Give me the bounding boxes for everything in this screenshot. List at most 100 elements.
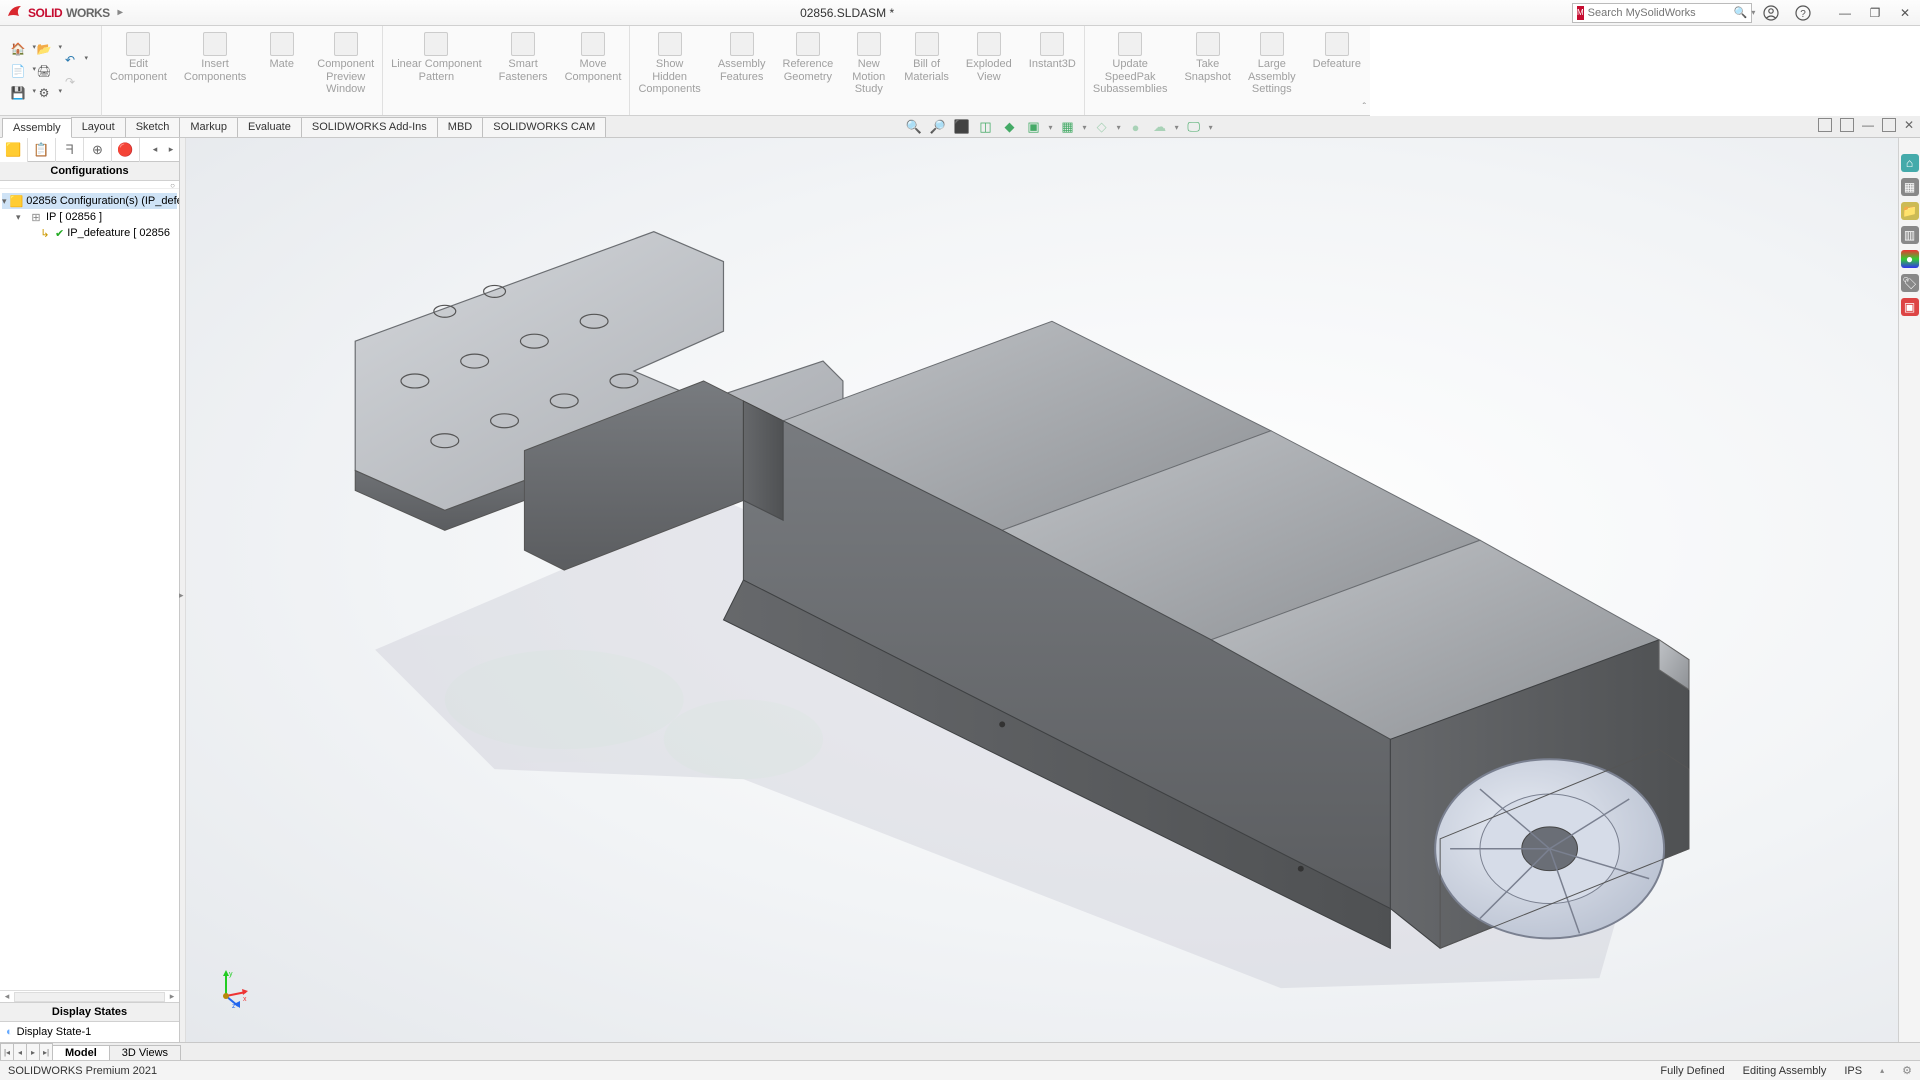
taskpane-view-palette-icon[interactable]: ▥ — [1901, 226, 1919, 244]
display-style-icon[interactable]: ▦ — [1059, 118, 1077, 136]
home-button[interactable]: 🏠 — [8, 39, 28, 59]
panel-hscroll[interactable]: ◂▸ — [0, 990, 179, 1002]
graphics-viewport[interactable]: y x z — [186, 138, 1898, 1042]
tab-assembly[interactable]: Assembly — [2, 118, 72, 138]
taskpane-appearances-icon[interactable]: ● — [1901, 250, 1919, 268]
view-settings-icon[interactable]: 🖵 — [1185, 118, 1203, 136]
print-button[interactable]: 🖨 — [34, 61, 54, 81]
vp-btn-1[interactable] — [1818, 118, 1832, 132]
panel-nav-right[interactable]: ▸ — [163, 144, 179, 155]
tab-model[interactable]: Model — [52, 1045, 110, 1060]
ds-logo-icon — [6, 2, 24, 23]
ribbon-instant3d[interactable]: Instant3D — [1021, 26, 1085, 115]
ribbon-edit[interactable]: EditComponent — [102, 26, 176, 115]
tree-child-2[interactable]: ↳ ✔ IP_defeature [ 02856 — [2, 225, 177, 241]
new-doc-button[interactable]: 📄 — [8, 61, 28, 81]
ribbon-exploded[interactable]: ExplodedView — [958, 26, 1021, 115]
tab-solidworks-cam[interactable]: SOLIDWORKS CAM — [482, 117, 606, 137]
tab-solidworks-add-ins[interactable]: SOLIDWORKS Add-Ins — [301, 117, 438, 137]
zoom-area-icon[interactable]: 🔎 — [929, 118, 947, 136]
orientation-triad[interactable]: y x z — [210, 968, 250, 1008]
ribbon-bill-of[interactable]: Bill ofMaterials — [896, 26, 958, 115]
taskpane-file-explorer-icon[interactable]: 📁 — [1901, 202, 1919, 220]
taskpane-design-lib-icon[interactable]: ▦ — [1901, 178, 1919, 196]
vp-btn-2[interactable] — [1840, 118, 1854, 132]
save-button[interactable]: 💾 — [8, 83, 28, 103]
ribbon-insert[interactable]: InsertComponents — [176, 26, 255, 115]
hide-show-icon[interactable]: ◇ — [1093, 118, 1111, 136]
twisty-icon[interactable]: ▾ — [2, 196, 7, 207]
undo-button[interactable]: ↶ — [60, 50, 80, 70]
restore-button[interactable]: ❐ — [1866, 4, 1884, 22]
panel-tab-config[interactable]: ᖷ — [56, 138, 84, 162]
title-bar: SOLIDWORKS ▸ 02856.SLDASM * M 🔍 ▾ ? — ❐ … — [0, 0, 1920, 26]
search-dropdown-icon[interactable]: ▾ — [1751, 8, 1755, 17]
options-button[interactable]: ⚙ — [34, 83, 54, 103]
motion-nav-prev[interactable]: ◂ — [13, 1043, 27, 1060]
tab-3dviews[interactable]: 3D Views — [109, 1045, 181, 1060]
motion-nav-last[interactable]: ▸| — [39, 1043, 53, 1060]
ribbon-defeature[interactable]: Defeature — [1305, 26, 1370, 115]
ribbon-item-icon — [658, 32, 682, 56]
tab-evaluate[interactable]: Evaluate — [237, 117, 302, 137]
ribbon-new[interactable]: NewMotionStudy — [842, 26, 896, 115]
ribbon-mate[interactable]: Mate — [255, 26, 309, 115]
help-icon[interactable]: ? — [1794, 4, 1812, 22]
vp-close-button[interactable]: ✕ — [1904, 118, 1914, 132]
motion-nav-first[interactable]: |◂ — [0, 1043, 14, 1060]
twisty-icon[interactable]: ▾ — [16, 212, 26, 223]
panel-tab-feature-tree[interactable]: 🟨 — [0, 138, 28, 162]
ribbon-component[interactable]: ComponentPreviewWindow — [309, 26, 383, 115]
vp-min-button[interactable]: — — [1862, 118, 1874, 132]
ribbon-large[interactable]: LargeAssemblySettings — [1240, 26, 1305, 115]
appearance-icon[interactable]: ● — [1127, 118, 1145, 136]
ribbon-take[interactable]: TakeSnapshot — [1176, 26, 1239, 115]
ribbon-smart[interactable]: SmartFasteners — [491, 26, 557, 115]
tab-sketch[interactable]: Sketch — [125, 117, 181, 137]
ribbon-update[interactable]: UpdateSpeedPakSubassemblies — [1085, 26, 1177, 115]
tree-root[interactable]: ▾ 🟨 02856 Configuration(s) (IP_defeat — [2, 193, 177, 209]
motion-nav-next[interactable]: ▸ — [26, 1043, 40, 1060]
zoom-fit-icon[interactable]: 🔍 — [905, 118, 923, 136]
user-icon[interactable] — [1762, 4, 1780, 22]
search-input[interactable] — [1588, 7, 1730, 19]
ribbon-reference[interactable]: ReferenceGeometry — [775, 26, 843, 115]
prev-view-icon[interactable]: ⬛ — [953, 118, 971, 136]
open-button[interactable]: 📂 — [34, 39, 54, 59]
scene-icon[interactable]: ☁ — [1151, 118, 1169, 136]
tree-child-1[interactable]: ▾ ⊞ IP [ 02856 ] — [2, 209, 177, 225]
search-icon[interactable]: 🔍 — [1734, 6, 1748, 19]
close-button[interactable]: ✕ — [1896, 4, 1914, 22]
taskpane-forum-icon[interactable]: ▣ — [1901, 298, 1919, 316]
ribbon-move[interactable]: MoveComponent — [557, 26, 631, 115]
vp-max-button[interactable] — [1882, 118, 1896, 132]
minimize-button[interactable]: — — [1836, 4, 1854, 22]
ribbon-item-icon — [424, 32, 448, 56]
panel-nav-left[interactable]: ◂ — [147, 144, 163, 155]
panel-tab-display[interactable]: 🔴 — [112, 138, 140, 162]
ribbon-item-icon — [1040, 32, 1064, 56]
redo-button[interactable]: ↷ — [60, 72, 80, 92]
status-units[interactable]: IPS — [1844, 1065, 1862, 1077]
taskpane-custom-props-icon[interactable]: 🏷 — [1901, 274, 1919, 292]
dynamic-icon[interactable]: ◆ — [1001, 118, 1019, 136]
units-dropdown-icon[interactable]: ▴ — [1880, 1066, 1884, 1075]
tab-mbd[interactable]: MBD — [437, 117, 483, 137]
ribbon-assembly[interactable]: AssemblyFeatures — [710, 26, 775, 115]
splitter-handle-icon[interactable]: ▸ — [179, 590, 184, 601]
document-title: 02856.SLDASM * — [122, 6, 1572, 20]
search-box[interactable]: M 🔍 ▾ — [1572, 3, 1752, 23]
view-orient-icon[interactable]: ▣ — [1025, 118, 1043, 136]
taskpane-resources-icon[interactable]: ⌂ — [1901, 154, 1919, 172]
tab-markup[interactable]: Markup — [179, 117, 238, 137]
ribbon-linear-component[interactable]: Linear ComponentPattern — [383, 26, 491, 115]
ribbon-collapse-icon[interactable]: ˆ — [1363, 102, 1366, 113]
status-settings-icon[interactable]: ⚙ — [1902, 1064, 1912, 1077]
tab-layout[interactable]: Layout — [71, 117, 126, 137]
display-state-row[interactable]: ◐ Display State-1 — [0, 1022, 179, 1042]
panel-tab-dim[interactable]: ⊕ — [84, 138, 112, 162]
section-view-icon[interactable]: ◫ — [977, 118, 995, 136]
panel-tab-property[interactable]: 📋 — [28, 138, 56, 162]
ribbon-show[interactable]: ShowHiddenComponents — [630, 26, 709, 115]
viewport-window-controls: — ✕ — [1818, 118, 1914, 132]
